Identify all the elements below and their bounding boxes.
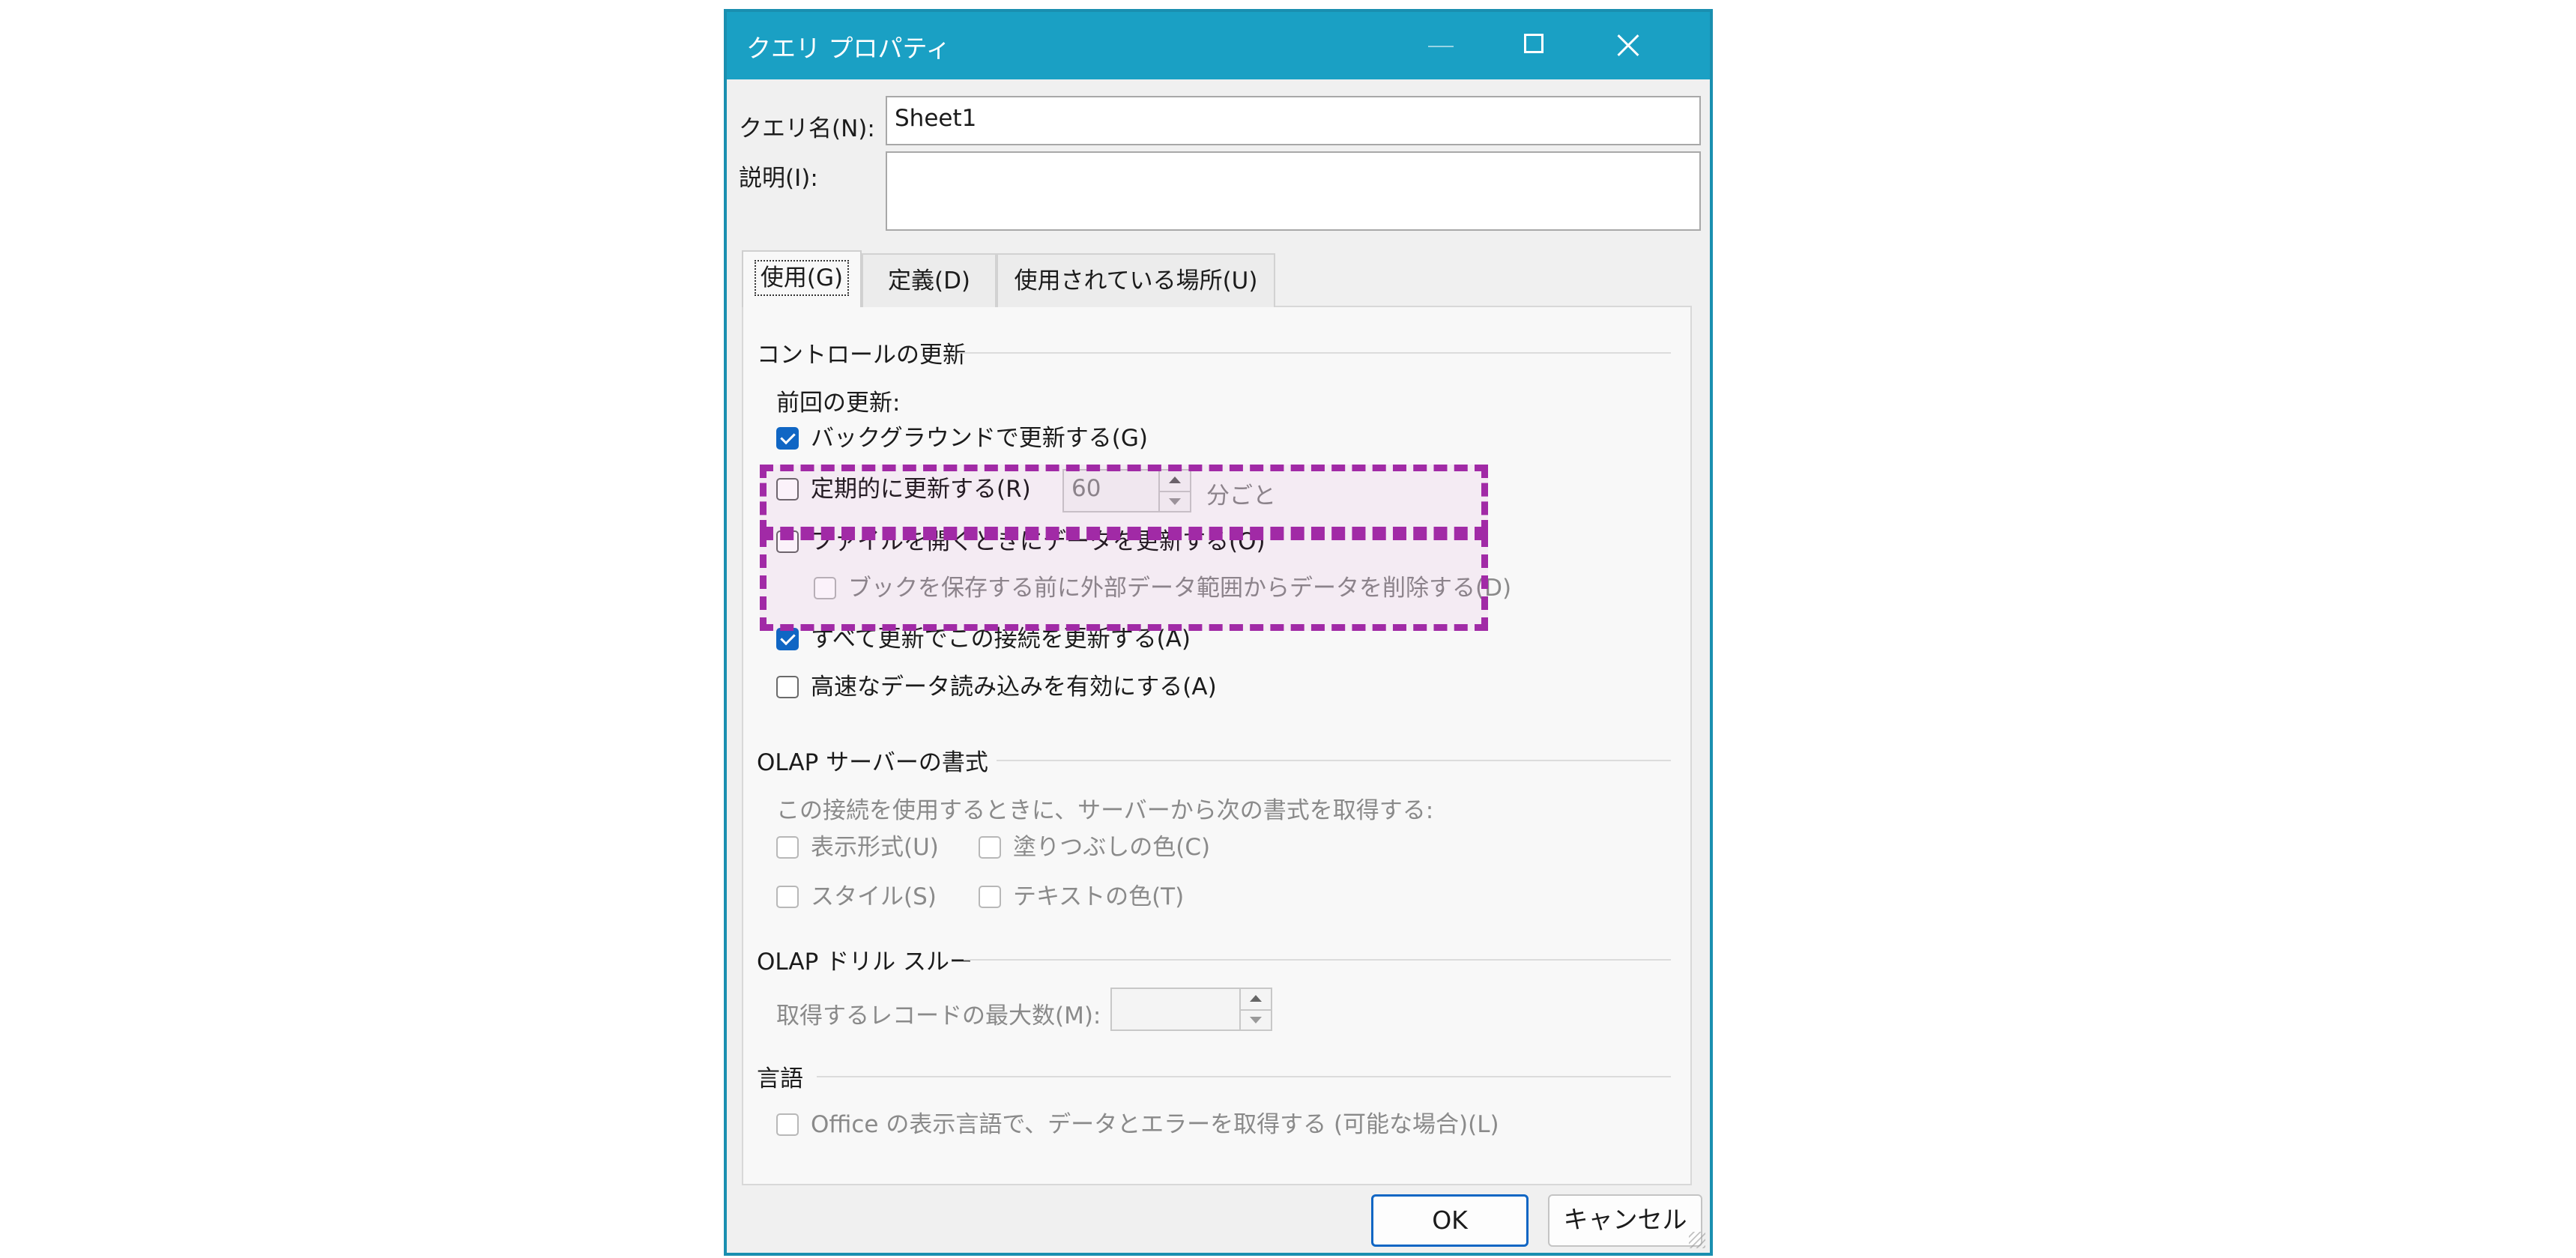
checkbox-icon [776,1113,799,1136]
refresh-control-divider [959,352,1671,354]
language-group-title: 言語 [757,1065,803,1092]
ok-button[interactable]: OK [1371,1194,1529,1247]
refresh-control-group-title: コントロールの更新 [757,342,966,369]
olap-format-group-title: OLAP サーバーの書式 [757,749,988,776]
query-properties-dialog: クエリ プロパティ クエリ名(N): Sheet1 説明(I): 使用(G) 定… [724,9,1713,1256]
spin-up-icon [1250,995,1262,1002]
olap-format-divider [997,760,1671,761]
tab-usage[interactable]: 使用(G) [742,250,862,307]
resize-grip-icon[interactable] [1689,1232,1705,1248]
checkbox-icon [776,836,799,859]
title-bar[interactable]: クエリ プロパティ [727,12,1710,79]
checkbox-icon [776,886,799,908]
maximize-button[interactable] [1488,12,1581,79]
style-checkbox[interactable]: スタイル(S) [776,883,937,913]
spinner-buttons[interactable] [1239,989,1271,1029]
max-records-label: 取得するレコードの最大数(M): [776,1003,1101,1029]
last-refresh-label: 前回の更新: [776,390,901,417]
background-refresh-checkbox[interactable]: バックグラウンドで更新する(G) [776,424,1148,454]
language-divider [817,1076,1671,1077]
checkbox-icon [979,836,1001,859]
office-language-checkbox[interactable]: Office の表示言語で、データとエラーを取得する (可能な場合)(L) [776,1110,1499,1140]
cancel-button[interactable]: キャンセル [1548,1194,1702,1247]
checkbox-checked-icon [776,427,799,450]
description-label: 説明(I): [739,165,818,192]
checkbox-icon [776,676,799,698]
number-format-checkbox[interactable]: 表示形式(U) [776,833,939,863]
olap-drill-group-title: OLAP ドリル スルー [757,949,973,976]
fill-color-checkbox[interactable]: 塗りつぶしの色(C) [979,833,1210,863]
minimize-icon [1395,12,1488,79]
tab-used-in[interactable]: 使用されている場所(U) [997,253,1275,307]
window-title: クエリ プロパティ [746,34,951,63]
fast-load-checkbox[interactable]: 高速なデータ読み込みを有効にする(A) [776,673,1217,703]
highlight-periodic-refresh [760,465,1488,533]
olap-format-description: この接続を使用するときに、サーバーから次の書式を取得する: [776,797,1434,824]
highlight-refresh-on-open [760,533,1488,631]
query-name-label: クエリ名(N): [739,115,875,142]
spin-down-icon [1250,1017,1262,1023]
description-textarea[interactable] [886,151,1701,231]
checkbox-checked-icon [776,628,799,650]
tab-definition[interactable]: 定義(D) [862,253,997,307]
max-records-spinner[interactable] [1110,988,1272,1031]
text-color-checkbox[interactable]: テキストの色(T) [979,883,1184,913]
checkbox-icon [979,886,1001,908]
olap-drill-divider [964,959,1671,961]
close-button[interactable] [1581,12,1674,79]
query-name-input[interactable]: Sheet1 [886,96,1701,145]
